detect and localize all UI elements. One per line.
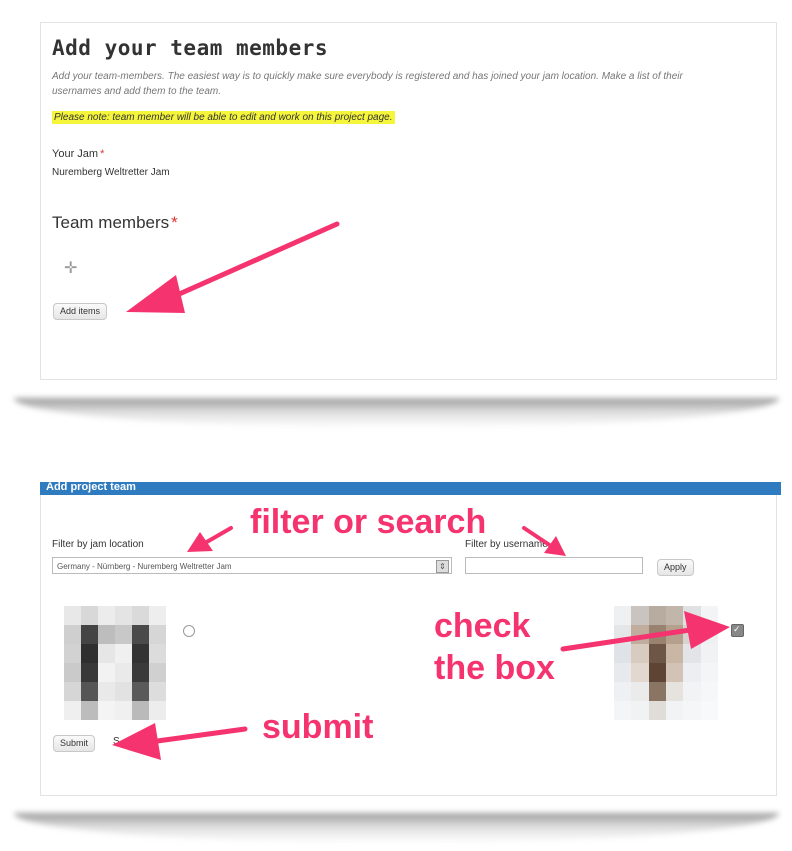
arrow-to-checkbox (560, 627, 693, 652)
arrow-head (126, 275, 185, 313)
annotation-submit: submit (262, 708, 374, 746)
arrow-to-location-filter (203, 526, 233, 545)
arrow-head (112, 723, 161, 760)
arrow-head (544, 536, 566, 556)
arrow-to-submit (147, 726, 248, 745)
arrow-to-add-items (165, 221, 340, 302)
annotation-filter-or-search: filter or search (250, 503, 487, 541)
annotation-check-line1: check (434, 607, 531, 645)
arrow-head (684, 611, 730, 649)
annotation-arrows (112, 221, 730, 760)
annotation-check-line2: the box (434, 649, 555, 687)
arrow-to-username-filter (522, 526, 553, 548)
